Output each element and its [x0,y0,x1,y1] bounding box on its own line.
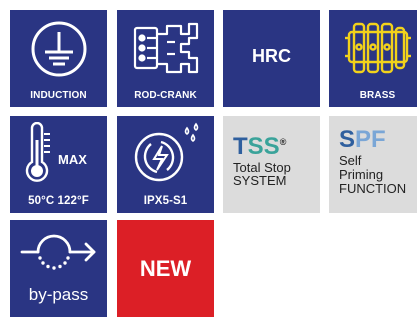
ipx-label: IPX5-S1 [143,195,188,207]
rod-crank-label: ROD-CRANK [134,90,197,101]
spf-line1: Self [339,153,362,168]
thermometer-icon [25,122,50,182]
brass-manifold-icon [345,22,411,74]
spf-tile: SPF Self Priming FUNCTION [329,116,417,213]
water-protection-icon [134,122,199,182]
new-label: NEW [139,256,192,281]
brass-label: BRASS [359,90,396,101]
new-tile: NEW [117,220,214,317]
spf-line2: Priming [339,167,384,182]
bypass-arrow-icon [20,234,96,270]
hrc-label: HRC [252,46,291,66]
rod-crank-tile: ROD-CRANK [117,10,214,107]
hrc-tile: HRC [223,10,320,107]
induction-label: INDUCTION [30,90,87,101]
tss-logo: TSS® [233,133,286,161]
bypass-label: by-pass [28,285,89,304]
spf-logo: SPF [339,126,386,154]
spf-line3: FUNCTION [339,181,407,196]
max-label: MAX [58,152,87,167]
spf-s: S [339,126,356,153]
temperature-label: 50°C 122°F [28,195,89,207]
ground-symbol-icon [31,21,87,77]
crankshaft-icon [133,22,199,74]
tss-ss: SS [247,133,280,160]
tss-tile: TSS® Total Stop SYSTEM [223,116,320,213]
induction-tile: INDUCTION [10,10,107,107]
ipx-tile: IPX5-S1 [117,116,214,213]
max-temp-tile: MAX 50°C 122°F [10,116,107,213]
tss-line2: SYSTEM [233,173,287,188]
tss-t: T [233,133,248,160]
brass-tile: BRASS [329,10,417,107]
tss-reg: ® [279,137,287,147]
spf-pf: PF [355,126,386,153]
bypass-tile: by-pass [10,220,107,317]
